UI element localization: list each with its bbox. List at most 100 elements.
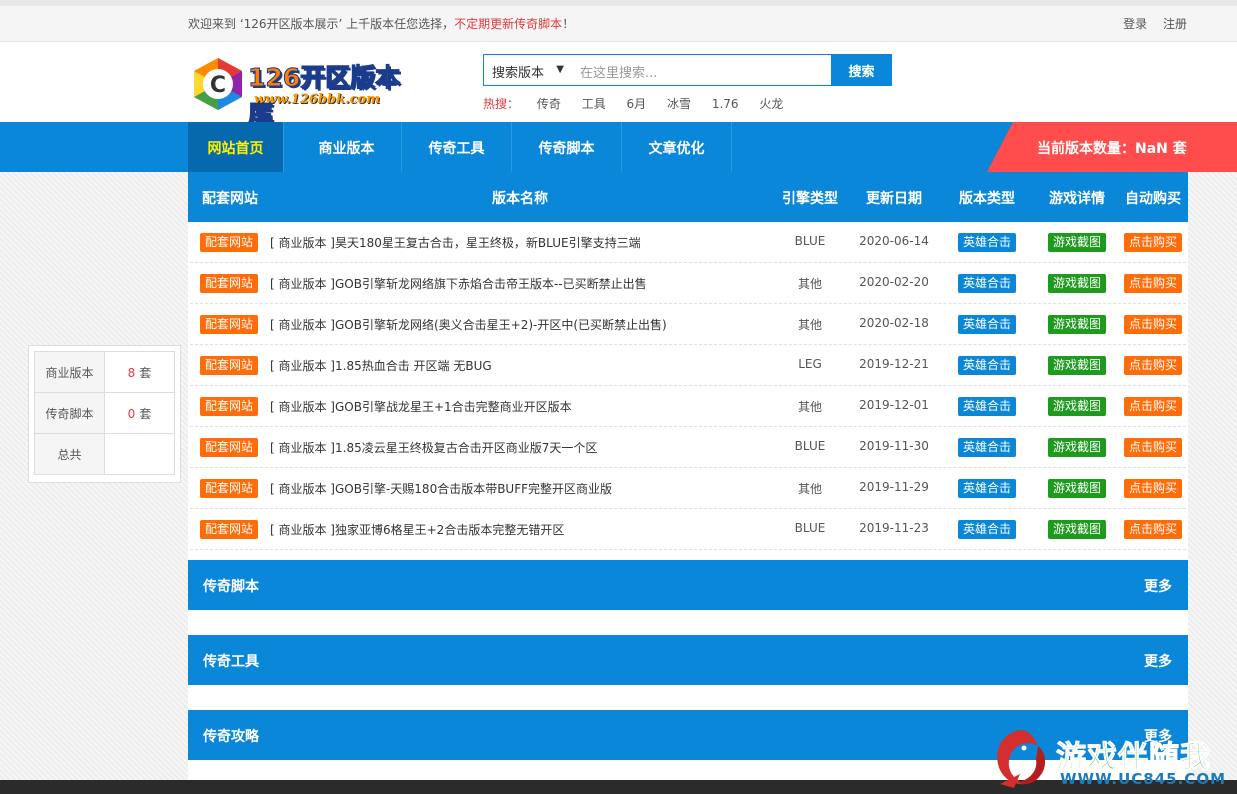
section-header-tools: 传奇工具 更多 <box>188 635 1188 685</box>
welcome-highlight: 不定期更新传奇脚本 <box>454 17 563 31</box>
buy-button[interactable]: 点击购买 <box>1124 315 1182 334</box>
version-type-button[interactable]: 英雄合击 <box>958 356 1016 375</box>
engine-type: 其他 <box>797 318 822 332</box>
screenshot-button[interactable]: 游戏截图 <box>1048 479 1106 498</box>
nav-item-tools[interactable]: 传奇工具 <box>402 122 512 172</box>
section-title: 传奇攻略 <box>203 729 259 745</box>
buy-button[interactable]: 点击购买 <box>1124 438 1182 457</box>
version-type-button[interactable]: 英雄合击 <box>958 479 1016 498</box>
logo-icon: C <box>194 58 242 110</box>
companion-site-button[interactable]: 配套网站 <box>200 397 258 416</box>
version-type-button[interactable]: 英雄合击 <box>958 397 1016 416</box>
col-header: 引擎类型 <box>782 191 838 207</box>
section-header-scripts: 传奇脚本 更多 <box>188 560 1188 610</box>
hot-keyword[interactable]: 工具 <box>582 97 606 111</box>
site-logo[interactable]: C 126开区版本库 www.126bbk.com <box>192 56 402 129</box>
hot-keyword[interactable]: 1.76 <box>712 97 739 111</box>
header: C 126开区版本库 www.126bbk.com 搜索版本 ▼ 在这里搜索...… <box>0 42 1237 129</box>
engine-type: 其他 <box>797 277 822 291</box>
version-name-link[interactable]: [ 商业版本 ]独家亚博6格星王+2合击版本完整无错开区 <box>270 521 564 538</box>
screenshot-button[interactable]: 游戏截图 <box>1048 397 1106 416</box>
screenshot-button[interactable]: 游戏截图 <box>1048 438 1106 457</box>
engine-type: BLUE <box>794 521 826 535</box>
version-type-button[interactable]: 英雄合击 <box>958 520 1016 539</box>
update-date: 2019-11-30 <box>859 439 929 453</box>
col-header: 版本名称 <box>492 191 548 207</box>
watermark-url: WWW.UC845.COM <box>1060 770 1226 788</box>
screenshot-button[interactable]: 游戏截图 <box>1048 315 1106 334</box>
screenshot-button[interactable]: 游戏截图 <box>1048 274 1106 293</box>
version-name-link[interactable]: [ 商业版本 ]1.85凌云星王终极复古合击开区商业版7天一个区 <box>270 439 597 456</box>
section-title: 传奇工具 <box>203 654 259 670</box>
section-title: 传奇脚本 <box>203 579 259 595</box>
table-row: 配套网站 [ 商业版本 ]独家亚博6格星王+2合击版本完整无错开区 BLUE 2019… <box>190 509 1186 550</box>
stats-value <box>104 433 175 475</box>
hot-keyword[interactable]: 传奇 <box>537 97 561 111</box>
col-header: 配套网站 <box>202 191 258 207</box>
col-header: 游戏详情 <box>1049 191 1105 207</box>
hot-keyword[interactable]: 冰雪 <box>667 97 691 111</box>
buy-button[interactable]: 点击购买 <box>1124 397 1182 416</box>
table-row: 配套网站 [ 商业版本 ]GOB引擎斩龙网络旗下赤焰合击帝王版本--已买断禁止出售… <box>190 263 1186 304</box>
nav-item-scripts[interactable]: 传奇脚本 <box>512 122 622 172</box>
companion-site-button[interactable]: 配套网站 <box>200 315 258 334</box>
version-type-button[interactable]: 英雄合击 <box>958 274 1016 293</box>
screenshot-button[interactable]: 游戏截图 <box>1048 520 1106 539</box>
engine-type: LEG <box>798 357 822 371</box>
hot-search-label: 热搜： <box>483 97 520 111</box>
hot-keyword[interactable]: 6月 <box>627 97 647 111</box>
buy-button[interactable]: 点击购买 <box>1124 274 1182 293</box>
register-link[interactable]: 注册 <box>1163 17 1187 31</box>
table-row: 配套网站 [ 商业版本 ]1.85热血合击 开区端 无BUG LEG 2019-12-… <box>190 345 1186 386</box>
update-date: 2020-02-20 <box>859 275 929 289</box>
buy-button[interactable]: 点击购买 <box>1124 356 1182 375</box>
version-type-button[interactable]: 英雄合击 <box>958 315 1016 334</box>
table-row: 配套网站 [ 商业版本 ]GOB引擎战龙星王+1合击完整商业开区版本 其他 2019-… <box>190 386 1186 427</box>
nav-item-commercial[interactable]: 商业版本 <box>292 122 402 172</box>
screenshot-button[interactable]: 游戏截图 <box>1048 233 1106 252</box>
version-type-button[interactable]: 英雄合击 <box>958 233 1016 252</box>
top-bar: 欢迎来到 ‘126开区版本展示’ 上千版本任您选择，不定期更新传奇脚本！ 登录 … <box>0 0 1237 42</box>
nav-item-home[interactable]: 网站首页 <box>188 122 284 172</box>
update-date: 2019-12-01 <box>859 398 929 412</box>
engine-type: BLUE <box>794 439 826 453</box>
welcome-text: 欢迎来到 ‘126开区版本展示’ 上千版本任您选择，不定期更新传奇脚本！ <box>188 17 575 31</box>
screenshot-button[interactable]: 游戏截图 <box>1048 356 1106 375</box>
version-name-link[interactable]: [ 商业版本 ]GOB引擎战龙星王+1合击完整商业开区版本 <box>270 398 572 415</box>
buy-button[interactable]: 点击购买 <box>1124 233 1182 252</box>
version-name-link[interactable]: [ 商业版本 ]GOB引擎斩龙网络旗下赤焰合击帝王版本--已买断禁止出售 <box>270 275 647 292</box>
stats-label: 传奇脚本 <box>34 392 105 434</box>
version-name-link[interactable]: [ 商业版本 ]昊天180星王复古合击，星王终极，新BLUE引擎支持三端 <box>270 234 641 251</box>
col-header: 版本类型 <box>959 191 1015 207</box>
login-link[interactable]: 登录 <box>1123 17 1147 31</box>
companion-site-button[interactable]: 配套网站 <box>200 479 258 498</box>
stats-row: 传奇脚本 0套 <box>34 392 175 434</box>
stats-label: 总共 <box>34 433 105 475</box>
search-type-select[interactable]: 搜索版本 ▼ <box>483 54 571 86</box>
companion-site-button[interactable]: 配套网站 <box>200 274 258 293</box>
version-type-button[interactable]: 英雄合击 <box>958 438 1016 457</box>
companion-site-button[interactable]: 配套网站 <box>200 233 258 252</box>
companion-site-button[interactable]: 配套网站 <box>200 438 258 457</box>
engine-type: BLUE <box>794 234 826 248</box>
version-count-badge: 当前版本数量：NaN 套 <box>987 122 1237 172</box>
companion-site-button[interactable]: 配套网站 <box>200 356 258 375</box>
more-link[interactable]: 更多 <box>1144 576 1172 596</box>
chevron-down-icon: ▼ <box>556 64 564 75</box>
version-name-link[interactable]: [ 商业版本 ]GOB引擎-天赐180合击版本带BUFF完整开区商业版 <box>270 480 612 497</box>
col-header: 自动购买 <box>1125 191 1181 207</box>
search-input[interactable]: 在这里搜索... <box>570 54 832 86</box>
update-date: 2019-11-23 <box>859 521 929 535</box>
hot-keyword[interactable]: 火龙 <box>759 97 783 111</box>
buy-button[interactable]: 点击购买 <box>1124 520 1182 539</box>
nav-item-articles[interactable]: 文章优化 <box>622 122 732 172</box>
version-name-link[interactable]: [ 商业版本 ]GOB引擎斩龙网络(奥义合击星王+2)-开区中(已买断禁止出售) <box>270 316 667 333</box>
logo-url: www.126bbk.com <box>254 92 380 107</box>
version-name-link[interactable]: [ 商业版本 ]1.85热血合击 开区端 无BUG <box>270 357 492 374</box>
stats-value: 0套 <box>104 392 175 434</box>
more-link[interactable]: 更多 <box>1144 651 1172 671</box>
buy-button[interactable]: 点击购买 <box>1124 479 1182 498</box>
companion-site-button[interactable]: 配套网站 <box>200 520 258 539</box>
update-date: 2019-12-21 <box>859 357 929 371</box>
search-button[interactable]: 搜索 <box>831 54 892 86</box>
